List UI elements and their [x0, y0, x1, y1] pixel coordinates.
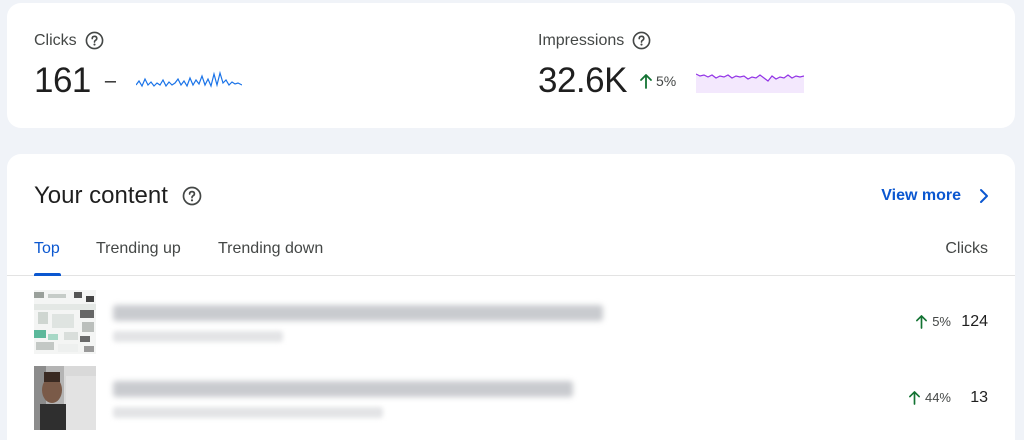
your-content-heading: Your content — [34, 182, 202, 210]
content-url-blurred — [113, 331, 283, 342]
section-title: Your content — [34, 182, 168, 209]
row-clicks: 124 — [961, 313, 988, 330]
content-title-blurred — [113, 305, 603, 321]
arrow-up-icon — [916, 315, 928, 329]
clicks-label: Clicks — [34, 31, 77, 49]
row-change: 5% — [915, 314, 951, 329]
impressions-sparkline — [696, 73, 805, 93]
content-row[interactable]: 5% 124 — [7, 290, 1015, 354]
clicks-column-header: Clicks — [945, 240, 988, 257]
impressions-change: 5% — [639, 73, 676, 89]
tab-trending-down[interactable]: Trending down — [218, 240, 323, 258]
row-change-value: 5% — [932, 314, 951, 329]
impressions-label: Impressions — [538, 31, 625, 49]
content-row[interactable]: 44% 13 — [7, 366, 1015, 430]
view-more-link[interactable]: View more — [881, 187, 989, 205]
page-thumbnail — [34, 290, 96, 354]
arrow-up-icon — [908, 391, 920, 405]
content-url-blurred — [113, 407, 383, 418]
row-change-value: 44% — [924, 390, 951, 405]
content-tabs: Top Trending up Trending down Clicks — [7, 230, 1015, 276]
tab-top[interactable]: Top — [34, 240, 60, 258]
performance-summary-card: Clicks 161 – Impressions 32.6K 5% — [7, 3, 1015, 128]
clicks-change: – — [104, 69, 117, 92]
impressions-value: 32.6K — [538, 61, 627, 100]
impressions-change-value: 5% — [655, 73, 677, 89]
tab-trending-up[interactable]: Trending up — [96, 240, 181, 258]
arrow-up-icon — [640, 74, 652, 89]
clicks-value: 161 — [34, 61, 91, 100]
help-icon[interactable] — [632, 31, 651, 50]
help-icon[interactable] — [182, 186, 202, 206]
help-icon[interactable] — [85, 31, 104, 50]
row-clicks: 13 — [970, 389, 988, 406]
page-thumbnail — [34, 366, 96, 430]
active-tab-indicator — [34, 273, 61, 276]
row-change: 44% — [908, 390, 951, 405]
clicks-sparkline — [136, 70, 243, 88]
content-title-blurred — [113, 381, 573, 397]
view-more-label: View more — [881, 187, 961, 204]
chevron-right-icon — [980, 189, 988, 203]
your-content-card: Your content View more Top Trending up T… — [7, 154, 1015, 440]
